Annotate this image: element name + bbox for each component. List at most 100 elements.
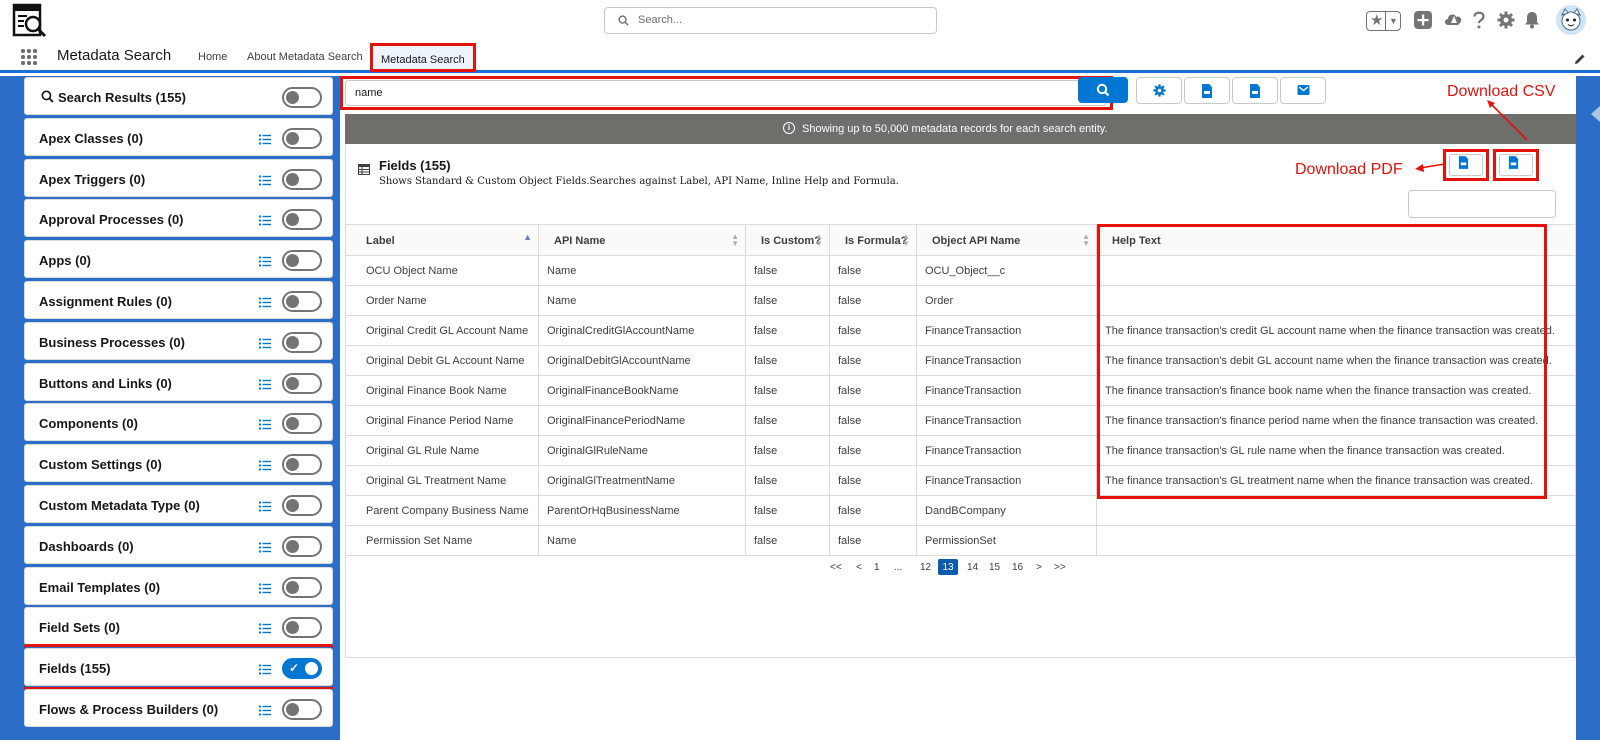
email-button[interactable] (1280, 77, 1326, 104)
page-link[interactable]: < (856, 562, 862, 573)
toggle-switch[interactable] (282, 617, 322, 639)
add-icon[interactable] (1414, 11, 1432, 34)
export-csv-all-button[interactable] (1232, 77, 1278, 104)
page-link[interactable]: 12 (920, 562, 931, 573)
list-icon[interactable] (259, 417, 271, 435)
list-icon[interactable] (259, 336, 271, 354)
sidebar-item-search-results[interactable]: Search Results (155) (24, 77, 333, 115)
download-csv-button[interactable] (1493, 149, 1539, 181)
sidebar-item-approval-processes[interactable]: Approval Processes (0) (24, 199, 333, 238)
favorites-button[interactable]: ★ ▼ (1366, 11, 1401, 31)
metadata-search-input[interactable]: name (345, 80, 1107, 106)
table-row[interactable]: Original Credit GL Account Name OriginalC… (346, 316, 1575, 346)
toggle-switch[interactable]: ✓ (282, 658, 322, 680)
list-icon[interactable] (259, 132, 271, 150)
page-link[interactable]: 16 (1012, 562, 1023, 573)
main-scrollbar[interactable] (1576, 76, 1600, 740)
table-row[interactable]: Original GL Treatment Name OriginalGlTrea… (346, 466, 1575, 496)
toggle-switch[interactable] (282, 535, 322, 557)
sidebar-item-apex-classes[interactable]: Apex Classes (0) (24, 117, 333, 156)
page-link[interactable]: 14 (967, 562, 978, 573)
table-row[interactable]: Original Finance Book Name OriginalFinanc… (346, 376, 1575, 406)
toggle-switch[interactable] (282, 168, 322, 190)
edit-nav-icon[interactable] (1574, 52, 1586, 70)
toggle-switch[interactable] (282, 250, 322, 272)
list-icon[interactable] (259, 377, 271, 395)
toggle-switch[interactable] (282, 576, 322, 598)
list-icon[interactable] (259, 662, 271, 680)
global-search-input[interactable]: Search... (604, 7, 937, 34)
toggle-switch[interactable] (282, 331, 322, 353)
column-header-is-formula[interactable]: Is Formula? ▲ ▼ (830, 225, 917, 256)
table-row[interactable]: Original GL Rule Name OriginalGlRuleName f… (346, 436, 1575, 466)
gear-icon[interactable] (1497, 11, 1515, 34)
table-cell-object-api-name: DandBCompany (917, 496, 1097, 525)
list-icon[interactable] (259, 581, 271, 599)
page-link[interactable]: 1 (874, 562, 880, 573)
table-row[interactable]: Parent Company Business Name ParentOrHqBu… (346, 496, 1575, 526)
toggle-switch[interactable] (282, 127, 322, 149)
list-icon[interactable] (259, 458, 271, 476)
list-icon[interactable] (259, 703, 271, 721)
sidebar-item-buttons-and-links[interactable]: Buttons and Links (0) (24, 362, 333, 401)
sidebar-item-custom-metadata-type[interactable]: Custom Metadata Type (0) (24, 485, 333, 523)
column-header-label[interactable]: Label ▲ (346, 225, 539, 256)
help-icon[interactable] (1472, 11, 1486, 34)
app-launcher-icon[interactable] (21, 49, 37, 65)
page-link[interactable]: > (1036, 562, 1042, 573)
table-row[interactable]: OCU Object Name Name false false OCU_Object_… (346, 256, 1575, 286)
page-link[interactable]: 15 (989, 562, 1000, 573)
page-link[interactable]: << (830, 562, 842, 573)
table-row[interactable]: Original Debit GL Account Name OriginalDe… (346, 346, 1575, 376)
search-button[interactable] (1078, 77, 1128, 103)
page-link[interactable]: >> (1054, 562, 1066, 573)
bell-icon[interactable] (1524, 11, 1540, 34)
list-icon[interactable] (259, 499, 271, 517)
sidebar-item-apex-triggers[interactable]: Apex Triggers (0) (24, 158, 333, 197)
column-header-api-name[interactable]: API Name ▲ ▼ (539, 225, 746, 256)
column-header-object-api-name[interactable]: Object API Name ▲ ▼ (917, 225, 1097, 256)
app-logo-icon[interactable] (12, 3, 48, 39)
sidebar-list[interactable]: Search Results (155) Apex Classes (0) Apex… (24, 76, 333, 740)
download-pdf-button[interactable] (1443, 149, 1489, 181)
collapse-arrow-icon[interactable] (1591, 106, 1600, 122)
sidebar-item-assignment-rules[interactable]: Assignment Rules (0) (24, 281, 333, 319)
list-icon[interactable] (259, 621, 271, 639)
tab-metadata-search[interactable]: Metadata Search (370, 43, 476, 72)
tab-about-metadata-search[interactable]: About Metadata Search (247, 51, 363, 63)
sidebar-item-flows-process-builders[interactable]: Flows & Process Builders (0) (24, 689, 333, 727)
sidebar-item-field-sets[interactable]: Field Sets (0) (24, 607, 333, 646)
toggle-switch[interactable] (282, 699, 322, 720)
column-header-is-custom[interactable]: Is Custom? ▲ ▼ (746, 225, 830, 256)
list-icon[interactable] (259, 254, 271, 272)
trailhead-icon[interactable] (1444, 11, 1464, 34)
toggle-switch[interactable] (282, 413, 322, 435)
page-current[interactable]: 13 (938, 559, 958, 575)
sidebar-item-fields[interactable]: Fields (155) ✓ (24, 644, 333, 691)
table-row[interactable]: Permission Set Name Name false false Permiss… (346, 526, 1575, 556)
toggle-switch[interactable] (282, 291, 322, 312)
list-icon[interactable] (259, 213, 271, 231)
sidebar-item-email-templates[interactable]: Email Templates (0) (24, 566, 333, 605)
list-icon[interactable] (259, 295, 271, 313)
tab-home[interactable]: Home (198, 51, 227, 63)
toggle-switch[interactable] (282, 209, 322, 231)
sidebar-item-apps[interactable]: Apps (0) (24, 240, 333, 279)
column-header-help-text[interactable]: Help Text (1097, 225, 1575, 256)
list-icon[interactable] (259, 540, 271, 558)
table-filter-input[interactable] (1408, 190, 1556, 218)
table-row[interactable]: Order Name Name false false Order (346, 286, 1575, 316)
sidebar-item-business-processes[interactable]: Business Processes (0) (24, 321, 333, 360)
settings-button[interactable] (1136, 77, 1182, 104)
sidebar-item-components[interactable]: Components (0) (24, 403, 333, 442)
toggle-switch[interactable] (282, 454, 322, 476)
table-row[interactable]: Original Finance Period Name OriginalFina… (346, 406, 1575, 436)
sidebar-item-dashboards[interactable]: Dashboards (0) (24, 525, 333, 564)
toggle-switch[interactable] (282, 495, 322, 516)
user-avatar[interactable] (1556, 5, 1586, 35)
sidebar-item-custom-settings[interactable]: Custom Settings (0) (24, 444, 333, 483)
export-pdf-all-button[interactable] (1184, 77, 1230, 104)
list-icon[interactable] (259, 173, 271, 191)
toggle-switch[interactable] (282, 372, 322, 394)
toggle-switch[interactable] (282, 87, 322, 108)
